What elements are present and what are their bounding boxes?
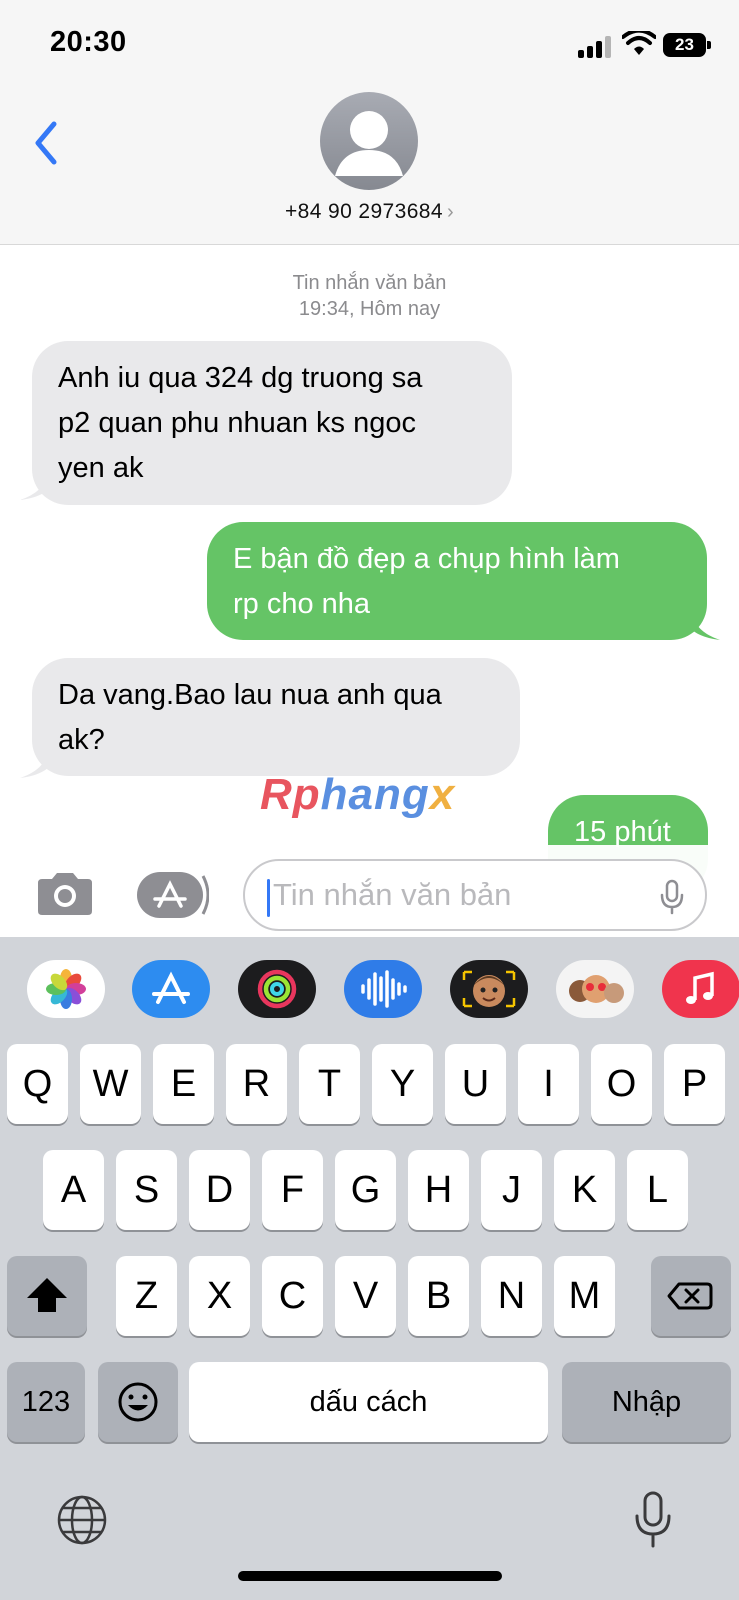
key-g[interactable]: G [335,1150,396,1230]
key-k[interactable]: K [554,1150,615,1230]
key-r[interactable]: R [226,1044,287,1124]
contact-avatar[interactable] [320,92,418,190]
shift-key[interactable] [7,1256,87,1336]
globe-icon[interactable] [56,1494,108,1546]
message-line: ak? [58,724,105,756]
person-icon [335,111,403,176]
key-a[interactable]: A [43,1150,104,1230]
emoji-face-icon [118,1382,158,1422]
key-c[interactable]: C [262,1256,323,1336]
dictation-mic-icon[interactable] [659,879,685,915]
backspace-icon [667,1282,713,1310]
return-key[interactable]: Nhập [562,1362,731,1442]
message-bubble-incoming[interactable]: Anh iu qua 324 dg truong sa p2 quan phu … [32,341,512,505]
audio-message-icon[interactable] [344,960,422,1018]
message-line: rp cho nha [233,588,371,620]
activity-icon[interactable] [238,960,316,1018]
compose-bar: Tin nhắn văn bản [0,845,739,937]
key-s[interactable]: S [116,1150,177,1230]
contact-name[interactable]: +84 90 2973684 › [0,200,739,224]
back-chevron-icon[interactable] [28,118,64,168]
key-o[interactable]: O [591,1044,652,1124]
key-m[interactable]: M [554,1256,615,1336]
key-e[interactable]: E [153,1044,214,1124]
message-line: E bận đồ đẹp a chụp hình làm [233,543,620,575]
watermark-logo: Rphangx [260,770,456,819]
microphone-icon[interactable] [633,1490,673,1550]
key-b[interactable]: B [408,1256,469,1336]
key-q[interactable]: Q [7,1044,68,1124]
emoji-key[interactable] [98,1362,178,1442]
camera-icon[interactable] [34,871,96,917]
conversation-header: 20:30 23 +84 90 2973684 › [0,0,739,245]
message-line: yen ak [58,452,144,484]
key-z[interactable]: Z [116,1256,177,1336]
key-j[interactable]: J [481,1150,542,1230]
service-label: Tin nhắn văn bản [292,272,447,294]
message-line: p2 quan phu nhuan ks ngoc [58,407,416,439]
key-h[interactable]: H [408,1150,469,1230]
keyboard: Q W E R T Y U I O P A S D F G H J K L Z … [0,937,739,1600]
key-w[interactable]: W [80,1044,141,1124]
battery-level: 23 [663,33,706,57]
memoji-icon[interactable] [450,960,528,1018]
delete-key[interactable] [651,1256,731,1336]
app-store-icon[interactable] [132,960,210,1018]
message-timestamp: 19:34, Hôm nay [298,298,441,320]
space-key[interactable]: dấu cách [189,1362,548,1442]
message-input-placeholder: Tin nhắn văn bản [273,877,512,912]
chevron-right-icon: › [446,201,455,223]
cellular-signal-icon [578,34,614,58]
contact-number: +84 90 2973684 [284,200,443,223]
message-bubble-outgoing[interactable]: E bận đồ đẹp a chụp hình làm rp cho nha [207,522,707,640]
music-icon[interactable] [662,960,739,1018]
app-drawer [0,937,739,1025]
key-i[interactable]: I [518,1044,579,1124]
wifi-icon [622,31,656,55]
message-line: Anh iu qua 324 dg truong sa [58,362,423,394]
status-time: 20:30 [50,26,127,58]
home-indicator[interactable] [238,1571,502,1581]
key-n[interactable]: N [481,1256,542,1336]
key-u[interactable]: U [445,1044,506,1124]
key-l[interactable]: L [627,1150,688,1230]
key-f[interactable]: F [262,1150,323,1230]
text-caret [267,879,270,917]
key-d[interactable]: D [189,1150,250,1230]
key-p[interactable]: P [664,1044,725,1124]
message-input[interactable]: Tin nhắn văn bản [243,859,707,931]
app-store-button-icon[interactable] [137,872,209,918]
memoji-stickers-icon[interactable] [556,960,634,1018]
photos-icon[interactable] [27,960,105,1018]
key-v[interactable]: V [335,1256,396,1336]
shift-arrow-icon [27,1278,67,1312]
numbers-key[interactable]: 123 [7,1362,85,1442]
battery-icon: 23 [663,33,711,57]
key-t[interactable]: T [299,1044,360,1124]
key-x[interactable]: X [189,1256,250,1336]
message-line: Da vang.Bao lau nua anh qua [58,679,442,711]
key-y[interactable]: Y [372,1044,433,1124]
message-bubble-incoming[interactable]: Da vang.Bao lau nua anh qua ak? [32,658,520,776]
